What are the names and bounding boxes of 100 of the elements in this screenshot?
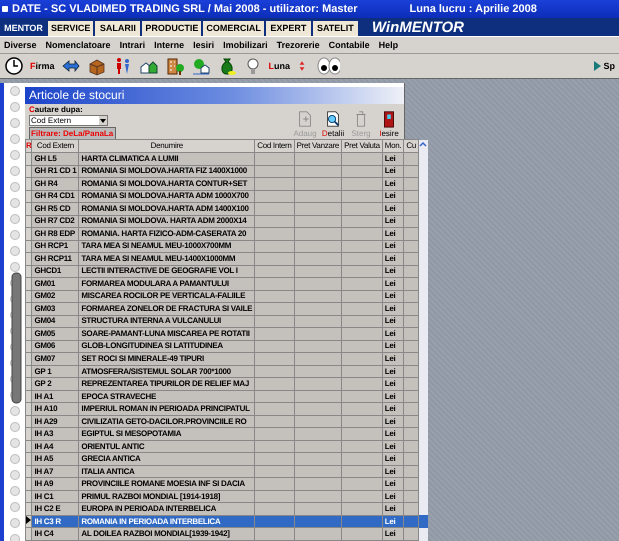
table-cell: CIVILIZATIA GETO-DACILOR.PROVINCIILE RO	[78, 415, 255, 428]
table-row[interactable]: GHCD1 LECTII INTERACTIVE DE GEOGRAFIE VOL I Lei	[26, 265, 428, 278]
table-row[interactable]: GH RCP11 TARA MEA SI NEAMUL MEU-1400X1000MM Lei	[26, 252, 428, 266]
table-row[interactable]: IH A9 PROVINCIILE ROMANE MOESIA INF SI DACIA Lei	[26, 478, 428, 490]
table-cell: PROVINCIILE ROMANE MOESIA INF SI DACIA	[78, 478, 255, 490]
table-cell: GRECIA ANTICA	[78, 452, 255, 466]
table-row[interactable]: IH C3 R ROMANIA IN PERIOADA INTERBELICA Lei	[26, 515, 428, 528]
add-document-icon	[296, 109, 314, 129]
table-row[interactable]: GM04 STRUCTURA INTERNA A VULCANULUI Lei	[26, 315, 428, 328]
module-tab[interactable]: EXPERT	[266, 21, 311, 36]
table-cell: MISCAREA ROCILOR PE VERTICALA-FALIILE	[78, 290, 255, 303]
table-cell: GH R8 EDP	[32, 228, 79, 240]
menu-item[interactable]: Contabile	[328, 40, 370, 53]
module-tab[interactable]: COMERCIAL	[203, 21, 264, 36]
column-header[interactable]: Cod Extern	[32, 140, 79, 152]
table-row[interactable]: GH L5 HARTA CLIMATICA A LUMII Lei	[26, 152, 428, 166]
menu-item[interactable]: Imobilizari	[223, 40, 268, 53]
tree-house-icon[interactable]	[190, 56, 211, 76]
table-row[interactable]: GH R8 EDP ROMANIA. HARTA FIZICO-ADM-CASERATA 20 Lei	[26, 228, 428, 240]
menu-item[interactable]: Intrari	[120, 40, 146, 53]
column-header[interactable]: Pret Vanzare	[294, 140, 342, 152]
work-month-label: Luna lucru : Aprilie 2008	[410, 3, 537, 15]
scroll-up-icon[interactable]	[419, 140, 427, 150]
table-row[interactable]: GM01 FORMAREA MODULARA A PAMANTULUI Lei	[26, 278, 428, 290]
table-row[interactable]: IH C1 PRIMUL RAZBOI MONDIAL [1914-1918] Lei	[26, 490, 428, 503]
table-cell: IH A3	[32, 428, 79, 440]
table-cell: ITALIA ANTICA	[78, 465, 255, 478]
table-cell: GM04	[32, 315, 79, 328]
panel-title: Articole de stocuri	[25, 87, 404, 104]
module-tab[interactable]: PRODUCTIE	[142, 21, 202, 36]
table-row[interactable]: IH A1 EPOCA STRAVECHE Lei	[26, 390, 428, 403]
table-row[interactable]: GH RCP1 TARA MEA SI NEAMUL MEU-1000X700MM Lei	[26, 240, 428, 253]
table-cell: IMPERIUL ROMAN IN PERIOADA PRINCIPATUL	[78, 402, 255, 416]
table-cell: ROMANIA SI MOLDOVA.HARTA FIZ 1400X1000	[78, 165, 255, 178]
building-icon[interactable]	[164, 56, 185, 76]
row-pointer-icon	[26, 516, 31, 524]
table-cell: ORIENTUL ANTIC	[78, 440, 255, 453]
table-row[interactable]: IH C2 E EUROPA IN PERIOADA INTERBELICA Lei	[26, 502, 428, 516]
table-row[interactable]: IH A10 IMPERIUL ROMAN IN PERIOADA PRINCIPATUL Lei	[26, 402, 428, 416]
menu-item[interactable]: Diverse	[4, 40, 37, 53]
table-cell: LECTII INTERACTIVE DE GEOGRAFIE VOL I	[78, 265, 255, 278]
table-cell: IH C1	[32, 490, 79, 503]
module-tab[interactable]: SALARII	[95, 21, 140, 36]
table-cell: GH R7 CD2	[32, 215, 79, 228]
menu-item[interactable]: Iesiri	[193, 40, 214, 53]
table-cell: GHCD1	[32, 265, 79, 278]
table-cell: ROMANIA SI MOLDOVA.HARTA ADM 1000X700	[78, 190, 255, 203]
table-row[interactable]: GH R4 ROMANIA SI MOLDOVA.HARTA CONTUR+SET Lei	[26, 178, 428, 190]
column-header[interactable]: Mon.	[382, 140, 404, 152]
toolbar-action-button[interactable]: Iesire	[378, 109, 400, 138]
menu-item[interactable]: Trezorerie	[276, 40, 320, 53]
menu-item[interactable]: Help	[378, 40, 398, 53]
table-cell: GM03	[32, 302, 79, 316]
table-cell: AL DOILEA RAZBOI MONDIAL[1939-1942]	[78, 528, 255, 540]
table-row[interactable]: GH R7 CD2 ROMANIA SI MOLDOVA. HARTA ADM 2000X14 Lei	[26, 215, 428, 228]
play-icon	[594, 61, 602, 71]
firm-label[interactable]: Firma	[30, 61, 55, 71]
column-header[interactable]: Cu	[404, 140, 418, 152]
table-cell: GLOB-LONGITUDINEA SI LATITUDINEA	[78, 340, 255, 353]
column-header: R	[26, 140, 32, 152]
table-row[interactable]: GM03 FORMAREA ZONELOR DE FRACTURA SI VAILE Lei	[26, 302, 428, 316]
table-cell: ROMANIA SI MOLDOVA.HARTA ADM 1400X100	[78, 202, 255, 216]
table-cell: STRUCTURA INTERNA A VULCANULUI	[78, 315, 255, 328]
module-tab[interactable]: SATELIT	[312, 21, 358, 36]
table-row[interactable]: GM06 GLOB-LONGITUDINEA SI LATITUDINEA Lei	[26, 340, 428, 353]
table-cell: ROMANIA SI MOLDOVA.HARTA CONTUR+SET	[78, 178, 255, 190]
table-row[interactable]: GH R5 CD ROMANIA SI MOLDOVA.HARTA ADM 1400X100 Lei	[26, 202, 428, 216]
table-row[interactable]: GP 1 ATMOSFERA/SISTEMUL SOLAR 700*1000 Lei	[26, 365, 428, 378]
table-row[interactable]: GH R4 CD1 ROMANIA SI MOLDOVA.HARTA ADM 1000X700 Lei	[26, 190, 428, 203]
table-row[interactable]: IH A4 ORIENTUL ANTIC Lei	[26, 440, 428, 453]
table-row[interactable]: IH A7 ITALIA ANTICA Lei	[26, 465, 428, 478]
table-row[interactable]: IH A29 CIVILIZATIA GETO-DACILOR.PROVINCIILE RO Lei	[26, 415, 428, 428]
table-row[interactable]: GM07 SET ROCI SI MINERALE-49 TIPURI Lei	[26, 352, 428, 366]
dropdown-arrow-icon	[99, 116, 107, 125]
menu-item[interactable]: Interne	[154, 40, 184, 53]
table-cell: GP 2	[32, 378, 79, 390]
column-header[interactable]: Pret Valuta	[342, 140, 382, 152]
table-cell: GH R4	[32, 178, 79, 190]
toolbar-label[interactable]: Sp	[603, 61, 615, 71]
menu-item[interactable]: Nomenclatoare	[46, 40, 111, 53]
table-cell: ROMANIA SI MOLDOVA. HARTA ADM 2000X14	[78, 215, 255, 228]
table-cell: IH A4	[32, 440, 79, 453]
clock-icon[interactable]	[4, 56, 24, 76]
magnifier-document-icon	[324, 109, 342, 129]
table-row[interactable]: GM02 MISCAREA ROCILOR PE VERTICALA-FALIILE Lei	[26, 290, 428, 303]
table-row[interactable]: GH R1 CD 1 ROMANIA SI MOLDOVA.HARTA FIZ 1400X1000 Lei	[26, 165, 428, 178]
table-row[interactable]: IH C4 AL DOILEA RAZBOI MONDIAL[1939-1942] Lei	[26, 528, 428, 540]
table-row[interactable]: GM05 SOARE-PAMANT-LUNA MISCAREA PE ROTATII Lei	[26, 328, 428, 340]
table-row[interactable]: GP 2 REPREZENTAREA TIPURILOR DE RELIEF MAJ Lei	[26, 378, 428, 390]
table-row[interactable]: IH A5 GRECIA ANTICA Lei	[26, 452, 428, 466]
table-cell: GM02	[32, 290, 79, 303]
table-cell: IH A5	[32, 452, 79, 466]
module-tab[interactable]: SERVICE	[48, 21, 94, 36]
search-dropdown[interactable]: Cod Extern	[29, 115, 108, 126]
column-header[interactable]: Cod Intern	[254, 140, 294, 152]
toolbar-action-button[interactable]: Detalii	[322, 109, 344, 138]
column-header[interactable]: Denumire	[78, 140, 255, 152]
month-label[interactable]: Luna	[268, 61, 290, 71]
table-cell: IH A29	[32, 415, 79, 428]
table-row[interactable]: IH A3 EGIPTUL SI MESOPOTAMIA Lei	[26, 428, 428, 440]
